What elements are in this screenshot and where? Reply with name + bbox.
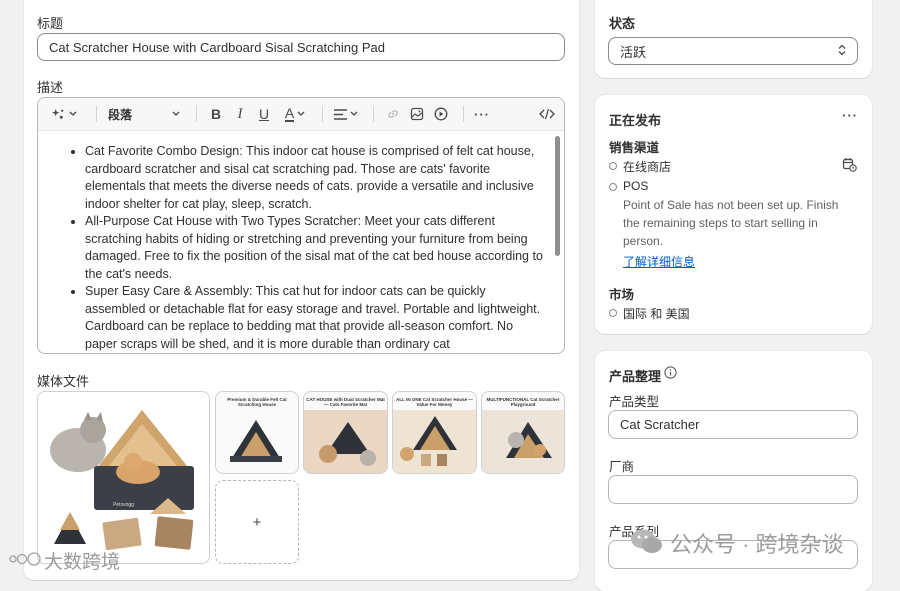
bold-button[interactable]: B <box>204 98 228 130</box>
paragraph-style-select[interactable]: 段落 <box>104 98 184 130</box>
align-button[interactable] <box>330 98 362 130</box>
link-icon <box>386 107 400 121</box>
organization-title: 产品整理 <box>609 369 662 384</box>
sales-channels-title: 销售渠道 <box>609 141 660 155</box>
toolbar-divider <box>463 106 464 122</box>
cat-house-image <box>50 410 194 551</box>
title-input[interactable]: Cat Scratcher House with Cardboard Sisal… <box>37 33 565 61</box>
text-color-button[interactable]: A <box>278 98 312 130</box>
learn-more-link[interactable]: 了解详细信息 <box>623 253 695 270</box>
watermark-logo-icon <box>8 550 42 571</box>
more-formatting-button[interactable]: ··· <box>469 98 495 130</box>
markets-value: 国际 和 美国 <box>623 307 690 321</box>
product-type-value: Cat Scratcher <box>620 417 700 432</box>
watermark-left: 大数跨境 <box>8 547 120 574</box>
thumbnail-caption: MULTIFUNCTIONAL Cat Scratcher Playground <box>486 397 560 407</box>
watermark-right: 公众号 · 跨境杂谈 <box>630 527 844 559</box>
chevron-down-icon <box>69 111 77 117</box>
publishing-more-button[interactable]: ··· <box>842 108 858 123</box>
title-label: 标题 <box>37 16 64 31</box>
markets-title: 市场 <box>609 288 635 302</box>
toolbar-divider <box>322 106 323 122</box>
link-button[interactable] <box>381 98 405 130</box>
editor-scrollbar[interactable] <box>555 136 560 256</box>
watermark-left-text: 大数跨境 <box>44 552 121 573</box>
insert-image-button[interactable] <box>405 98 429 130</box>
ai-magic-button[interactable] <box>48 98 80 130</box>
description-bullet: Super Easy Care & Assembly: This cat hut… <box>85 283 548 353</box>
media-thumbnail[interactable]: MULTIFUNCTIONAL Cat Scratcher Playground <box>481 391 565 474</box>
add-media-button[interactable]: + <box>215 480 299 564</box>
market-status-dot <box>609 309 617 317</box>
watermark-right-text: 公众号 · 跨境杂谈 <box>670 532 844 557</box>
code-icon <box>539 108 555 120</box>
align-left-icon <box>334 108 347 120</box>
media-thumbnail[interactable]: Premium & Durable Felt Cat Scratching Ho… <box>215 391 299 474</box>
description-bullet: Cat Favorite Combo Design: This indoor c… <box>85 143 548 213</box>
chevron-down-icon <box>172 111 180 117</box>
toolbar-divider <box>373 106 374 122</box>
text-color-icon: A <box>284 104 295 122</box>
paragraph-style-label: 段落 <box>108 107 133 122</box>
title-input-value: Cat Scratcher House with Cardboard Sisal… <box>49 39 385 55</box>
chevron-down-icon <box>297 111 305 117</box>
publishing-title: 正在发布 <box>609 113 662 128</box>
toolbar-divider <box>96 106 97 122</box>
editor-toolbar: 段落 B I U A ··· <box>38 98 564 131</box>
thumbnail-caption: ALL IN ONE Cat Scratcher House — Value F… <box>396 397 473 407</box>
channel-name: 在线商店 <box>623 160 672 174</box>
media-thumbnail[interactable]: CAT HOUSE with Dual Scratcher Mat — Cats… <box>303 391 388 474</box>
status-select[interactable]: 活跃 <box>608 37 858 65</box>
channel-name: POS <box>623 179 649 193</box>
media-label: 媒体文件 <box>37 374 90 389</box>
description-content[interactable]: Cat Favorite Combo Design: This indoor c… <box>38 131 548 353</box>
channel-status-dot <box>609 183 617 191</box>
plus-icon: + <box>252 513 262 531</box>
bold-icon: B <box>210 106 222 122</box>
channel-status-dot <box>609 162 617 170</box>
image-icon <box>410 107 424 121</box>
media-main-image[interactable]: Petsvogg <box>37 391 210 564</box>
chevron-down-icon <box>350 111 358 117</box>
description-editor[interactable]: 段落 B I U A ··· • Cat Favorite Combo Desi… <box>37 97 565 354</box>
vendor-label: 厂商 <box>609 460 635 474</box>
underline-icon: U <box>258 106 270 122</box>
product-type-input[interactable]: Cat Scratcher <box>608 410 858 439</box>
media-thumbnail[interactable]: ALL IN ONE Cat Scratcher House — Value F… <box>392 391 477 474</box>
toolbar-divider <box>196 106 197 122</box>
status-label: 状态 <box>609 16 636 31</box>
schedule-calendar-icon[interactable] <box>842 157 857 175</box>
insert-video-button[interactable] <box>429 98 453 130</box>
description-label: 描述 <box>37 80 64 95</box>
more-horizontal-icon: ··· <box>474 106 490 122</box>
description-bullet-list: Cat Favorite Combo Design: This indoor c… <box>38 131 548 353</box>
vendor-input[interactable] <box>608 475 858 504</box>
thumbnail-caption: Premium & Durable Felt Cat Scratching Ho… <box>227 397 287 407</box>
product-type-label: 产品类型 <box>609 395 660 409</box>
description-bullet: All-Purpose Cat House with Two Types Scr… <box>85 213 548 283</box>
select-arrows-icon <box>838 44 846 59</box>
play-icon <box>434 107 448 121</box>
underline-button[interactable]: U <box>252 98 276 130</box>
status-select-value: 活跃 <box>620 44 647 60</box>
product-brand-mark: Petsvogg <box>113 502 134 508</box>
thumbnail-caption: CAT HOUSE with Dual Scratcher Mat — Cats… <box>306 397 385 407</box>
sparkle-icon <box>51 108 65 121</box>
italic-button[interactable]: I <box>228 98 252 130</box>
source-code-button[interactable] <box>534 98 560 130</box>
info-icon[interactable] <box>664 366 677 382</box>
italic-icon: I <box>237 105 243 122</box>
wechat-icon <box>630 528 664 559</box>
pos-setup-note: Point of Sale has not been set up. Finis… <box>623 198 839 248</box>
